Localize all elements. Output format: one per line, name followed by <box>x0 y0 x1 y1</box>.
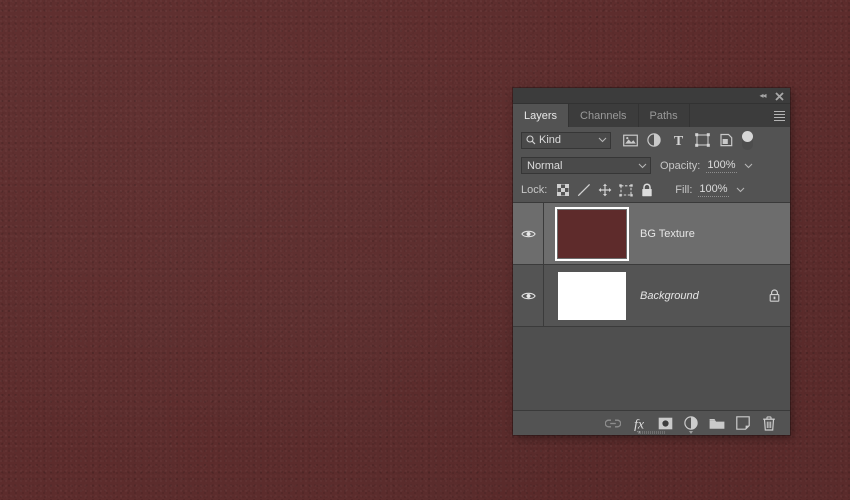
close-icon[interactable] <box>771 88 788 104</box>
opacity-field[interactable]: 100% <box>706 159 752 173</box>
hamburger-menu-icon <box>773 110 785 121</box>
thumbnail-swatch <box>557 271 626 320</box>
eye-visibility-icon <box>520 291 536 301</box>
blend-mode-value: Normal <box>527 159 563 172</box>
table-row[interactable]: Background <box>513 265 790 327</box>
opacity-label: Opacity: <box>660 159 701 172</box>
tab-channels-label: Channels <box>580 109 627 122</box>
chevron-down-icon <box>689 430 693 434</box>
layer-thumbnail <box>557 271 626 320</box>
collapse-panel-icon[interactable]: ◂◂ <box>754 88 771 104</box>
eye-visibility-icon <box>520 229 536 239</box>
lock-transparent-pixels-icon[interactable] <box>552 180 573 200</box>
panel-resize-grip[interactable] <box>637 431 666 434</box>
panel-titlebar: ◂◂ <box>513 88 790 104</box>
chevron-down-icon[interactable] <box>736 187 745 193</box>
layer-name-bg-texture[interactable]: BG Texture <box>639 228 758 240</box>
chevron-down-icon <box>598 137 607 143</box>
new-adjustment-layer-icon[interactable] <box>678 411 704 436</box>
lock-all-padlock-icon[interactable] <box>636 180 657 200</box>
tab-paths[interactable]: Paths <box>638 104 690 127</box>
pixel-layer-filter-icon[interactable] <box>618 129 642 151</box>
new-group-folder-icon[interactable] <box>704 411 730 436</box>
opacity-value: 100% <box>706 158 737 173</box>
fill-label: Fill: <box>675 184 693 196</box>
lock-image-pixels-brush-icon[interactable] <box>573 180 594 200</box>
thumbnail-swatch <box>557 209 626 258</box>
layer-list[interactable]: BG Texture Background <box>513 202 790 410</box>
padlock-icon[interactable] <box>758 289 790 302</box>
chevron-down-icon[interactable] <box>744 163 753 169</box>
svg-text:fx: fx <box>634 417 645 431</box>
layer-thumbnail <box>554 206 629 261</box>
magnifier-icon <box>526 135 536 145</box>
layer-name-background[interactable]: Background <box>639 290 758 302</box>
layer-visibility-toggle[interactable] <box>513 265 544 326</box>
blend-mode-select[interactable]: Normal <box>521 157 651 174</box>
tab-paths-label: Paths <box>649 109 678 122</box>
tab-channels[interactable]: Channels <box>569 104 639 127</box>
smart-object-filter-icon[interactable] <box>714 129 738 151</box>
lock-position-move-icon[interactable] <box>594 180 615 200</box>
lock-label: Lock: <box>521 184 548 196</box>
lock-fill-row: Lock: Fill: 100% <box>513 178 790 202</box>
link-layers-icon[interactable] <box>600 411 626 436</box>
filter-toggle-switch[interactable] <box>742 130 753 150</box>
table-row[interactable]: BG Texture <box>513 203 790 265</box>
lock-artboard-nesting-icon[interactable] <box>615 180 636 200</box>
filter-kind-select[interactable]: Kind <box>521 131 611 149</box>
tab-layers[interactable]: Layers <box>513 104 570 127</box>
layer-thumbnail-cell[interactable] <box>544 203 639 264</box>
blend-opacity-row: Normal Opacity: 100% <box>513 153 790 178</box>
panel-tab-row: Layers Channels Paths <box>513 104 790 127</box>
new-layer-icon[interactable] <box>730 411 756 436</box>
filter-type-icons: T <box>618 129 753 151</box>
delete-layer-trash-icon[interactable] <box>756 411 782 436</box>
panel-menu-icon[interactable] <box>768 104 790 127</box>
shape-layer-filter-icon[interactable] <box>690 129 714 151</box>
chevron-down-icon <box>638 163 647 169</box>
layer-filter-row: Kind T <box>513 127 790 153</box>
svg-text:T: T <box>673 134 683 147</box>
fill-value: 100% <box>698 183 729 197</box>
layers-panel-bottom-toolbar: fx <box>513 410 790 435</box>
fill-field[interactable]: 100% <box>698 183 744 197</box>
layer-thumbnail-cell[interactable] <box>544 265 639 326</box>
tab-layers-label: Layers <box>524 109 558 122</box>
layers-panel: ◂◂ Layers Channels Paths Kind T Normal O… <box>513 88 790 435</box>
adjustment-layer-filter-icon[interactable] <box>642 129 666 151</box>
filter-kind-value: Kind <box>539 134 562 146</box>
type-layer-filter-icon[interactable]: T <box>666 129 690 151</box>
layer-visibility-toggle[interactable] <box>513 203 544 264</box>
